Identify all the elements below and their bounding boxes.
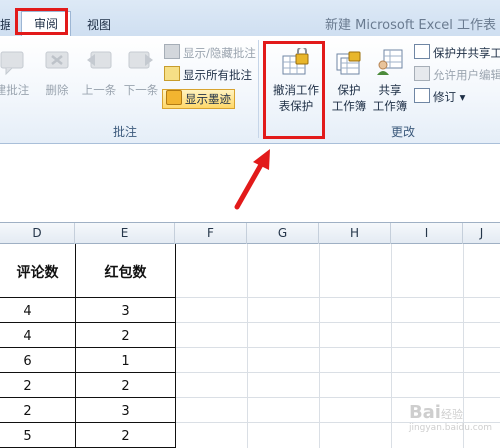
delete-comment-label: 删除 (45, 83, 69, 97)
watermark-domain: jingyan.baidu.com (408, 423, 492, 433)
next-comment-button[interactable]: 下一条 (120, 44, 162, 114)
table-border (0, 397, 176, 398)
next-comment-icon (128, 51, 153, 69)
protect-and-share-button[interactable]: 保护并共享工 (414, 44, 500, 62)
tab-data[interactable]: 据 (0, 15, 10, 35)
highlight-box-review-tab (15, 8, 68, 35)
table-cell[interactable]: 4 (0, 329, 55, 344)
protect-workbook-button[interactable]: 保护 工作簿 (329, 44, 369, 114)
gridline (319, 244, 320, 448)
table-border (0, 297, 176, 298)
comment-toggle-icon (164, 44, 180, 59)
column-header-e[interactable]: E (75, 223, 175, 244)
table-border (0, 372, 176, 373)
show-ink-label: 显示墨迹 (185, 92, 231, 106)
column-header-d[interactable]: D (0, 223, 75, 244)
previous-comment-label: 上一条 (81, 83, 117, 97)
show-ink-button[interactable]: 显示墨迹 (162, 89, 235, 109)
table-cell[interactable]: 2 (76, 329, 175, 344)
watermark: Bai经验 jingyan.baidu.com (409, 402, 492, 433)
show-hide-comment-label: 显示/隐藏批注 (183, 46, 256, 60)
previous-comment-icon (87, 51, 112, 69)
column-header-h[interactable]: H (319, 223, 391, 244)
show-all-comments-button[interactable]: 显示所有批注 (164, 66, 252, 84)
red-arrow-annotation (234, 149, 270, 210)
show-all-comments-label: 显示所有批注 (183, 68, 252, 82)
column-header-i[interactable]: I (391, 223, 463, 244)
delete-comment-button[interactable]: 删除 (38, 44, 76, 114)
share-workbook-label: 共享 工作簿 (372, 83, 408, 113)
tab-view[interactable]: 视图 (75, 15, 123, 35)
cell-header-red-packets[interactable]: 红包数 (76, 262, 175, 282)
table-cell[interactable]: 3 (76, 304, 175, 319)
protect-workbook-icon (336, 51, 361, 75)
protect-share-icon (414, 44, 430, 59)
previous-comment-button[interactable]: 上一条 (78, 44, 120, 114)
cell-header-comments[interactable]: 评论数 (0, 262, 75, 282)
table-cell[interactable]: 3 (76, 404, 175, 419)
window-title: 新建 Microsoft Excel 工作表 (325, 18, 496, 33)
watermark-text: Bai (408, 402, 441, 423)
new-comment-button[interactable]: 建批注 (0, 44, 32, 114)
highlight-box-unprotect (263, 41, 325, 139)
table-cell[interactable]: 2 (76, 379, 175, 394)
table-cell[interactable]: 4 (0, 304, 55, 319)
column-header-f[interactable]: F (175, 223, 247, 244)
share-workbook-button[interactable]: 共享 工作簿 (369, 44, 411, 114)
table-cell[interactable]: 6 (0, 354, 55, 369)
column-header-bar: D E F G H I J (0, 222, 500, 244)
new-comment-icon (0, 51, 24, 76)
allow-edit-icon (414, 66, 430, 81)
track-changes-label: 修订 ▾ (433, 90, 466, 104)
show-hide-comment-button[interactable]: 显示/隐藏批注 (164, 44, 256, 62)
allow-users-edit-label: 允许用户编辑 (433, 68, 500, 82)
new-comment-label: 建批注 (0, 83, 30, 97)
table-cell[interactable]: 2 (0, 379, 55, 394)
column-header-g[interactable]: G (247, 223, 319, 244)
table-border (0, 347, 176, 348)
next-comment-label: 下一条 (123, 83, 159, 97)
table-border (0, 422, 176, 423)
table-cell[interactable]: 1 (76, 354, 175, 369)
table-cell[interactable]: 2 (76, 429, 175, 444)
comments-group-label: 批注 (112, 125, 137, 139)
column-header-j[interactable]: J (463, 223, 500, 244)
ink-icon (166, 90, 182, 105)
table-border (175, 244, 176, 448)
track-changes-icon (414, 88, 430, 103)
protect-and-share-label: 保护并共享工 (433, 46, 500, 60)
allow-users-edit-button[interactable]: 允许用户编辑 (414, 66, 500, 84)
all-comments-icon (164, 66, 180, 81)
gridline (391, 244, 392, 448)
table-cell[interactable]: 5 (0, 429, 55, 444)
table-border (0, 322, 176, 323)
delete-comment-icon (45, 51, 69, 69)
share-workbook-icon (377, 49, 403, 75)
gridline (247, 244, 248, 448)
watermark-sub: 经验 (440, 408, 463, 421)
protect-workbook-label: 保护 工作簿 (331, 83, 367, 113)
table-cell[interactable]: 2 (0, 404, 55, 419)
group-separator (258, 40, 259, 138)
changes-group-label: 更改 (390, 125, 415, 139)
track-changes-button[interactable]: 修订 ▾ (414, 88, 465, 106)
